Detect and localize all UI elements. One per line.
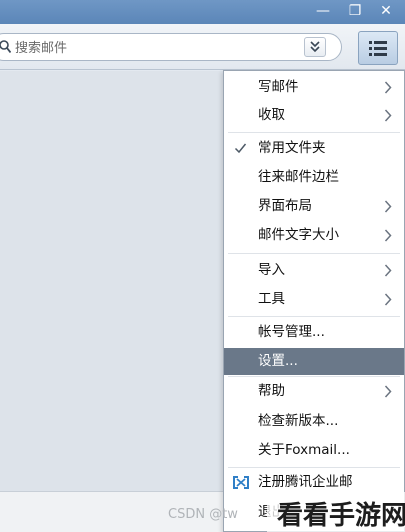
site-watermark-text: 看看手游网 (277, 501, 405, 531)
menu-item-receive[interactable]: 收取 (224, 102, 404, 129)
menu-item-label: 界面布局 (258, 198, 312, 214)
double-chevron-down-icon (310, 41, 320, 53)
toolbar (0, 24, 405, 70)
menu-item-label: 帐号管理... (258, 324, 325, 340)
menu-item-label: 写邮件 (258, 79, 299, 95)
menu-item-label: 检查新版本... (258, 413, 339, 429)
menu-item-label: 收取 (258, 107, 285, 123)
checkmark-icon (234, 143, 247, 154)
menu-item-settings[interactable]: 设置... (224, 348, 404, 375)
menu-item-common-folders[interactable]: 常用文件夹 (224, 135, 404, 162)
menu-item-label: 常用文件夹 (258, 140, 326, 156)
chevron-right-icon (384, 109, 392, 122)
menu-item-import[interactable]: 导入 (224, 257, 404, 284)
chevron-right-icon (384, 200, 392, 213)
chevron-right-icon (384, 264, 392, 277)
chevron-right-icon (384, 385, 392, 398)
menu-item-contact-sidebar[interactable]: 往来邮件边栏 (224, 164, 404, 191)
minimize-button[interactable]: — (313, 2, 333, 20)
menu-item-compose[interactable]: 写邮件 (224, 74, 404, 101)
tencent-exmail-icon (233, 476, 249, 489)
menu-item-account-management[interactable]: 帐号管理... (224, 319, 404, 346)
menu-separator (228, 132, 400, 133)
menu-item-label: 帮助 (258, 383, 285, 399)
menu-item-check-updates[interactable]: 检查新版本... (224, 408, 404, 435)
menu-item-label: 关于Foxmail... (258, 442, 350, 458)
search-input[interactable] (15, 38, 275, 58)
search-options-button[interactable] (304, 37, 326, 57)
menu-separator (228, 253, 400, 254)
main-menu-button[interactable] (358, 31, 398, 65)
menu-item-layout[interactable]: 界面布局 (224, 193, 404, 220)
menu-separator (228, 376, 400, 377)
chevron-right-icon (384, 293, 392, 306)
menu-item-help[interactable]: 帮助 (224, 378, 404, 405)
maximize-button[interactable]: ❐ (345, 2, 365, 20)
menu-item-label: 往来邮件边栏 (258, 169, 339, 185)
site-watermark: 看看手游网 (267, 492, 405, 532)
title-bar: — ❐ ✕ (0, 0, 405, 24)
search-icon (0, 40, 11, 54)
menu-item-text-size[interactable]: 邮件文字大小 (224, 222, 404, 249)
close-button[interactable]: ✕ (376, 2, 396, 20)
menu-list-icon (369, 41, 387, 56)
menu-item-label: 工具 (258, 291, 285, 307)
search-box (0, 33, 342, 61)
chevron-right-icon (384, 229, 392, 242)
chevron-right-icon (384, 81, 392, 94)
menu-separator (228, 467, 400, 468)
menu-item-tools[interactable]: 工具 (224, 286, 404, 313)
csdn-watermark: CSDN @tw (168, 507, 238, 522)
menu-item-label: 导入 (258, 262, 285, 278)
menu-item-label: 邮件文字大小 (258, 227, 339, 243)
menu-item-about[interactable]: 关于Foxmail... (224, 437, 404, 464)
main-dropdown-menu: 写邮件 收取 常用文件夹 往来邮件边栏 界面布局 邮件文字大小 导入 工具 帐号… (223, 70, 405, 532)
menu-item-label: 设置... (258, 353, 298, 369)
menu-separator (228, 316, 400, 317)
